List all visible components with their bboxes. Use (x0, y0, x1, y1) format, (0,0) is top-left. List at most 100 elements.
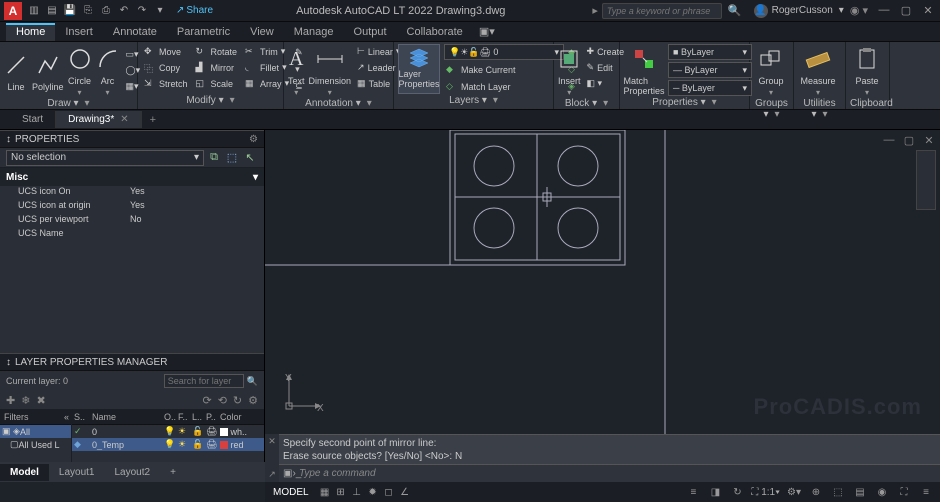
mirror-button[interactable]: ▟Mirror (194, 60, 240, 75)
selectobjects-icon[interactable]: ↖ (242, 150, 258, 166)
transparency-icon[interactable]: ◨ (707, 484, 723, 500)
status-model[interactable]: MODEL (265, 487, 317, 498)
color-combo[interactable]: ■ ByLayer▾ (668, 44, 752, 60)
panel-block-title[interactable]: Block ▾ (558, 97, 615, 110)
panel-layers-title[interactable]: Layers ▾ (398, 94, 549, 107)
workspace-icon[interactable]: ⚙▾ (786, 484, 802, 500)
lm-tool-icon[interactable]: ⟳ (202, 394, 211, 407)
doctab-drawing3[interactable]: Drawing3*✕ (56, 111, 142, 128)
move-button[interactable]: ✥Move (142, 44, 190, 59)
match-layer-button[interactable]: ◇Match Layer (444, 79, 564, 94)
freeze-layer-icon[interactable]: ❄ (21, 394, 30, 407)
panel-annotation-title[interactable]: Annotation ▾ (288, 97, 389, 110)
autodesk-app-icon[interactable]: ◉ ▾ (850, 4, 868, 17)
close-button[interactable]: ✕ (920, 4, 936, 17)
panel-properties-title[interactable]: Properties ▾ (624, 96, 745, 109)
share-button[interactable]: ↗ Share (176, 5, 213, 16)
measure-button[interactable]: Measure▾ (798, 44, 838, 97)
filter-all[interactable]: ▣ ◈ All (0, 425, 71, 438)
tab-extra[interactable]: ▣▾ (473, 22, 501, 41)
lm-settings-icon[interactable]: ⚙ (248, 394, 258, 407)
layer-row[interactable]: ◆0_Temp💡☀🔓🖨 red (72, 438, 264, 451)
group-button[interactable]: Group▾ (754, 44, 788, 97)
minimize-button[interactable]: — (876, 4, 892, 17)
property-row[interactable]: UCS icon OnYes (0, 186, 264, 200)
ortho-icon[interactable]: ⊥ (349, 484, 365, 500)
undo-icon[interactable]: ↶ (116, 3, 132, 19)
search-icon[interactable]: 🔍 (728, 4, 742, 17)
save-icon[interactable]: 💾 (62, 3, 78, 19)
new-layer-icon[interactable]: ✚ (6, 394, 15, 407)
panel-clipboard-title[interactable]: Clipboard (850, 97, 885, 110)
tab-parametric[interactable]: Parametric (167, 23, 240, 41)
polyline-button[interactable]: Polyline (32, 44, 64, 97)
circle-button[interactable]: Circle▾ (68, 44, 92, 97)
lm-refresh-icon[interactable]: ↻ (233, 394, 242, 407)
doctab-start[interactable]: Start (10, 111, 56, 128)
layer-search-input[interactable] (164, 374, 244, 388)
layer-manager-header[interactable]: ↕ LAYER PROPERTIES MANAGER (0, 353, 264, 371)
tab-output[interactable]: Output (344, 23, 397, 41)
insert-button[interactable]: Insert▾ (558, 44, 581, 97)
polar-icon[interactable]: ✹ (365, 484, 381, 500)
scale-button[interactable]: ◱Scale (194, 76, 240, 91)
make-current-button[interactable]: ◆Make Current (444, 62, 564, 77)
filter-used[interactable]: ▢ All Used L (0, 438, 71, 451)
tab-collaborate[interactable]: Collaborate (397, 23, 473, 41)
maximize-button[interactable]: ▢ (898, 4, 914, 17)
panel-groups-title[interactable]: Groups ▾ (754, 97, 789, 121)
panel-draw-title[interactable]: Draw ▾ (4, 97, 133, 110)
close-tab-icon[interactable]: ✕ (120, 114, 128, 125)
cleanscreen-icon[interactable]: ⛶ (896, 484, 912, 500)
open-icon[interactable]: ▤ (44, 3, 60, 19)
cmd-close-icon[interactable]: ✕ (268, 436, 276, 447)
rotate-button[interactable]: ↻Rotate (194, 44, 240, 59)
new-tab-button[interactable]: + (142, 111, 164, 129)
pickadd-icon[interactable]: ⬚ (224, 150, 240, 166)
paste-button[interactable]: Paste▾ (850, 44, 884, 97)
layer-search-icon[interactable]: 🔍 (247, 376, 258, 387)
quickselect-icon[interactable]: ⧉ (206, 150, 222, 166)
copy-button[interactable]: ⿻Copy (142, 60, 190, 75)
layout-2[interactable]: Layout2 (104, 464, 160, 481)
drawing-canvas[interactable]: — ▢ ✕ ProCADIS.com YX ✕↗ Specify second … (265, 130, 940, 482)
grid-icon[interactable]: ▦ (317, 484, 333, 500)
layer-combo[interactable]: 💡☀🔓🖨 0▾ (444, 44, 564, 60)
osnap-icon[interactable]: ◻ (381, 484, 397, 500)
property-row[interactable]: UCS per viewportNo (0, 214, 264, 228)
qat-more-icon[interactable]: ▾ (152, 3, 168, 19)
app-logo[interactable]: A (4, 2, 22, 20)
property-row[interactable]: UCS Name (0, 228, 264, 242)
plot-icon[interactable]: ⎙ (98, 3, 114, 19)
help-search-input[interactable] (602, 3, 722, 19)
tab-annotate[interactable]: Annotate (103, 23, 167, 41)
tab-manage[interactable]: Manage (284, 23, 344, 41)
match-properties-button[interactable]: Match Properties (624, 44, 664, 96)
arc-button[interactable]: Arc▾ (96, 44, 120, 97)
tab-view[interactable]: View (240, 23, 284, 41)
linetype-combo[interactable]: ─ ByLayer▾ (668, 80, 752, 96)
snap-icon[interactable]: ⊞ (333, 484, 349, 500)
lwt-icon[interactable]: ≡ (685, 484, 701, 500)
customize-icon[interactable]: ≡ (918, 484, 934, 500)
text-button[interactable]: AText▾ (288, 44, 305, 97)
user-menu[interactable]: 👤 RogerCusson▾ (754, 4, 844, 18)
cycling-icon[interactable]: ↻ (729, 484, 745, 500)
layout-add[interactable]: + (160, 464, 186, 481)
stretch-button[interactable]: ⇲Stretch (142, 76, 190, 91)
line-button[interactable]: Line (4, 44, 28, 97)
units-icon[interactable]: ⬚ (830, 484, 846, 500)
lm-tool-icon2[interactable]: ⟲ (218, 394, 227, 407)
hardware-icon[interactable]: ▤ (852, 484, 868, 500)
otrack-icon[interactable]: ∠ (397, 484, 413, 500)
layer-row[interactable]: ✓0💡☀🔓🖨 wh.. (72, 425, 264, 438)
delete-layer-icon[interactable]: ✖ (36, 394, 45, 407)
isolate-icon[interactable]: ◉ (874, 484, 890, 500)
redo-icon[interactable]: ↷ (134, 3, 150, 19)
tab-home[interactable]: Home (6, 23, 55, 41)
category-misc[interactable]: Misc▾ (0, 168, 264, 186)
selection-combo[interactable]: No selection▾ (6, 150, 204, 166)
command-input[interactable]: ▣›_Type a command (279, 464, 940, 482)
anno-monitor-icon[interactable]: ⊕ (808, 484, 824, 500)
layout-model[interactable]: Model (0, 464, 49, 481)
